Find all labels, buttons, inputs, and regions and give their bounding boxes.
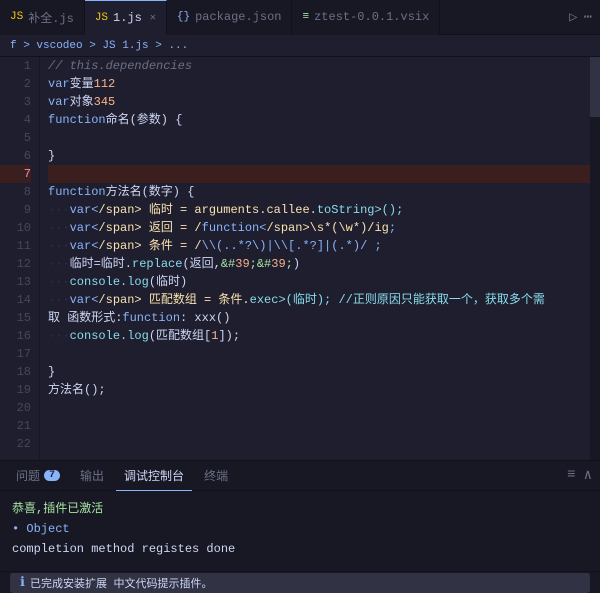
tab-label-supplement: 补全.js <box>28 9 74 26</box>
panel-tab-debug[interactable]: 调试控制台 <box>116 461 192 491</box>
status-notification: ℹ 已完成安装扩展 中文代码提示插件。 <box>10 573 590 593</box>
line-num-20: 20 <box>0 399 31 417</box>
code-line-3: var 对象345 <box>48 93 590 111</box>
code-line-6: } <box>48 147 590 165</box>
breadcrumb-text: f > vscodeo > JS 1.js > ... <box>10 40 188 52</box>
panel-tab-label-debug: 调试控制台 <box>124 467 184 484</box>
code-line-14: · · · var</span> 匹配数组 = 条件.exec>(临时); //… <box>48 291 590 309</box>
code-line-5 <box>48 129 590 147</box>
line-num-4: 4 <box>0 111 31 129</box>
tab-icon-supplement: JS <box>10 11 23 23</box>
line-num-14: 14 <box>0 291 31 309</box>
line-num-10: 10 <box>0 219 31 237</box>
tab-label-package: package.json <box>195 10 281 24</box>
line-num-6: 6 <box>0 147 31 165</box>
tab-icon-main: JS <box>95 12 108 24</box>
tab-label-vsix: ztest-0.0.1.vsix <box>314 10 429 24</box>
line-num-8: 8 <box>0 183 31 201</box>
line-num-12: 12 <box>0 255 31 273</box>
line-num-7: 7 <box>0 165 31 183</box>
breadcrumb: f > vscodeo > JS 1.js > ... <box>0 35 600 57</box>
code-line-11: · · · var</span> 条件 = /\\(..*?\)|\\[.*?]… <box>48 237 590 255</box>
panel-settings-icon[interactable]: ≡ <box>567 467 575 484</box>
code-line-15: 取 函数形式: function : xxx() <box>48 309 590 327</box>
status-text: 已完成安装扩展 中文代码提示插件。 <box>30 575 213 591</box>
run-icon[interactable]: ▷ <box>569 9 577 26</box>
panel-tab-label-output: 输出 <box>80 467 104 484</box>
code-line-2: var 变量112 <box>48 75 590 93</box>
tab-supplement[interactable]: JS 补全.js <box>0 0 85 35</box>
panel-tab-badge-problems: 7 <box>44 470 60 481</box>
line-num-3: 3 <box>0 93 31 111</box>
line-num-22: 22 <box>0 435 31 453</box>
line-num-18: 18 <box>0 363 31 381</box>
panel-line-2: completion method registes done <box>12 539 588 559</box>
minimap-thumb[interactable] <box>590 57 600 117</box>
tab-icon-vsix: ≡ <box>302 11 309 23</box>
panel-tab-label-problems: 问题 <box>16 467 40 484</box>
tab-actions: ▷ ⋯ <box>561 9 600 26</box>
tab-main[interactable]: JS 1.js ✕ <box>85 0 167 35</box>
panel-tab-label-terminal: 终端 <box>204 467 228 484</box>
line-num-19: 19 <box>0 381 31 399</box>
code-line-21 <box>48 417 590 435</box>
panel-tab-icons: ≡∧ <box>567 467 592 484</box>
line-num-2: 2 <box>0 75 31 93</box>
panel-close-icon[interactable]: ∧ <box>584 467 592 484</box>
panel-line-1[interactable]: • Object <box>12 519 588 539</box>
code-line-16: · · · console.log(匹配数组[1]); <box>48 327 590 345</box>
line-num-1: 1 <box>0 57 31 75</box>
code-content[interactable]: // this.dependenciesvar 变量112var 对象345fu… <box>40 57 590 460</box>
code-line-12: · · · 临时=临时.replace(返回,&#39;&#39;) <box>48 255 590 273</box>
code-line-17 <box>48 345 590 363</box>
tab-label-main: 1.js <box>113 11 142 25</box>
line-num-9: 9 <box>0 201 31 219</box>
bottom-panel: 问题7输出调试控制台终端≡∧ 恭喜,插件已激活• Objectcompletio… <box>0 460 600 571</box>
code-line-22 <box>48 435 590 453</box>
minimap <box>590 57 600 460</box>
code-line-1: // this.dependencies <box>48 57 590 75</box>
line-num-17: 17 <box>0 345 31 363</box>
tab-vsix[interactable]: ≡ ztest-0.0.1.vsix <box>292 0 440 35</box>
code-line-4: function 命名(参数) { <box>48 111 590 129</box>
line-num-5: 5 <box>0 129 31 147</box>
line-num-21: 21 <box>0 417 31 435</box>
info-icon: ℹ <box>20 575 25 590</box>
code-line-10: · · · var</span> 返回 = /function</span>\s… <box>48 219 590 237</box>
panel-tab-problems[interactable]: 问题 7 <box>8 461 68 491</box>
code-line-19: 方法名(); <box>48 381 590 399</box>
panel-content: 恭喜,插件已激活• Objectcompletion method regist… <box>0 491 600 571</box>
code-line-9: · · · var</span> 临时 = arguments.callee.t… <box>48 201 590 219</box>
panel-tab-terminal[interactable]: 终端 <box>196 461 236 491</box>
code-line-18: } <box>48 363 590 381</box>
tab-package[interactable]: {} package.json <box>167 0 293 35</box>
editor-area: 12345678910111213141516171819202122 // t… <box>0 57 600 460</box>
code-line-13: · · · console.log(临时) <box>48 273 590 291</box>
status-bar: ℹ 已完成安装扩展 中文代码提示插件。 <box>0 571 600 593</box>
tab-bar: JS 补全.js JS 1.js ✕ {} package.json ≡ ztest-0.0.1… <box>0 0 600 35</box>
panel-tab-output[interactable]: 输出 <box>72 461 112 491</box>
tab-close-main[interactable]: ✕ <box>150 12 156 24</box>
code-line-8: function 方法名(数字) { <box>48 183 590 201</box>
line-num-16: 16 <box>0 327 31 345</box>
line-gutter: 12345678910111213141516171819202122 <box>0 57 40 460</box>
line-num-15: 15 <box>0 309 31 327</box>
line-num-13: 13 <box>0 273 31 291</box>
code-line-20 <box>48 399 590 417</box>
code-line-7 <box>48 165 590 183</box>
line-num-11: 11 <box>0 237 31 255</box>
tab-icon-package: {} <box>177 11 190 23</box>
more-icon[interactable]: ⋯ <box>584 9 592 26</box>
panel-line-0: 恭喜,插件已激活 <box>12 499 588 519</box>
panel-tabs: 问题7输出调试控制台终端≡∧ <box>0 461 600 491</box>
